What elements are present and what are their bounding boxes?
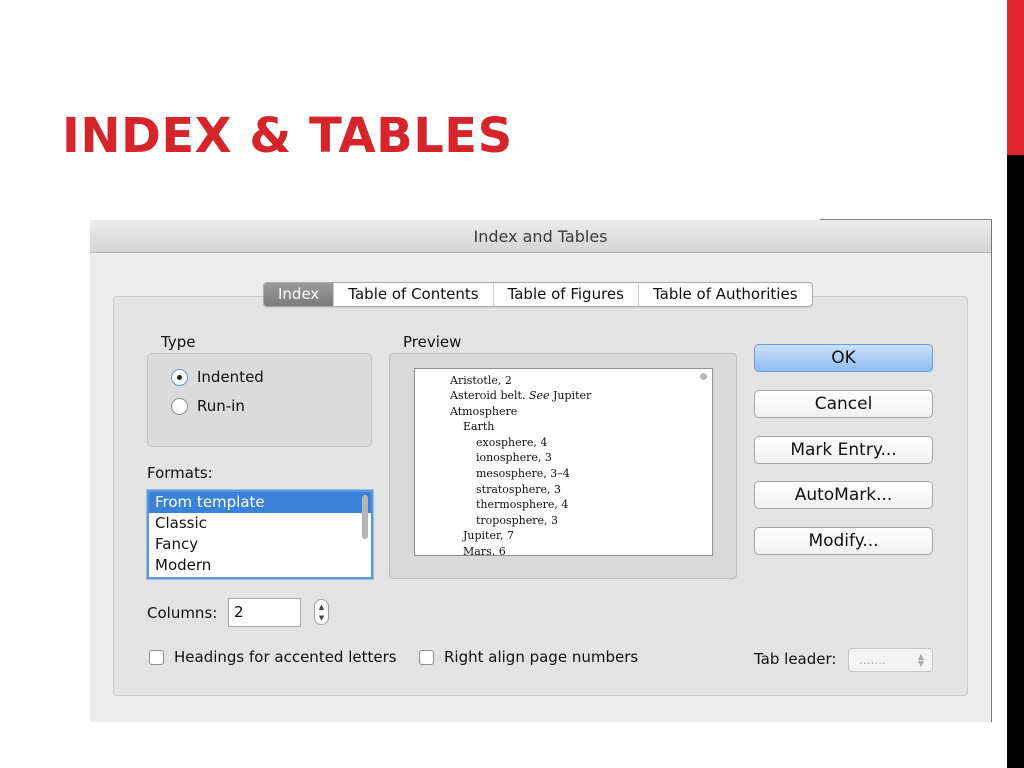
- dialog-title: Index and Tables: [90, 220, 991, 253]
- radio-run-in-label: Run-in: [197, 397, 245, 415]
- tab-table-of-figures[interactable]: Table of Figures: [492, 283, 638, 306]
- radio-run-in-button[interactable]: [171, 397, 188, 415]
- preview-line: Asteroid belt. See Jupiter: [450, 389, 592, 402]
- preview-line: Mars, 6: [463, 545, 506, 556]
- preview-line: mesosphere, 3–4: [476, 467, 570, 480]
- preview-line: Jupiter, 7: [463, 529, 515, 542]
- preview-pane: Aristotle, 2 Asteroid belt. See Jupiter …: [414, 368, 713, 556]
- tab-index[interactable]: Index: [264, 283, 334, 306]
- preview-line: Earth: [463, 420, 495, 433]
- format-item[interactable]: Classic: [149, 513, 371, 534]
- formats-scrollbar[interactable]: [362, 495, 368, 539]
- preview-line: stratosphere, 3: [476, 483, 561, 496]
- radio-indented-button[interactable]: [171, 368, 188, 386]
- radio-indented-label: Indented: [197, 368, 264, 386]
- type-label: Type: [161, 333, 196, 351]
- right-align-checkbox[interactable]: [419, 649, 434, 665]
- preview-line: thermosphere, 4: [476, 498, 569, 511]
- tab-leader-label: Tab leader:: [754, 650, 837, 668]
- tab-table-of-authorities[interactable]: Table of Authorities: [637, 283, 812, 306]
- right-align-label: Right align page numbers: [444, 648, 639, 666]
- format-item[interactable]: Modern: [149, 555, 371, 576]
- slide-accent-bar: [1007, 0, 1024, 155]
- columns-field[interactable]: 2: [228, 598, 301, 627]
- format-item[interactable]: From template: [149, 492, 371, 513]
- tab-leader-value: .......: [859, 653, 886, 667]
- formats-list[interactable]: From template Classic Fancy Modern: [147, 490, 373, 579]
- radio-indented[interactable]: Indented: [171, 368, 264, 386]
- preview-line: exosphere, 4: [476, 436, 548, 449]
- tab-bar: Index Table of Contents Table of Figures…: [263, 282, 813, 307]
- tab-table-of-contents[interactable]: Table of Contents: [333, 283, 492, 306]
- headings-accented-checkbox[interactable]: [149, 649, 164, 665]
- preview-line: troposphere, 3: [476, 514, 559, 527]
- preview-line: Atmosphere: [450, 405, 518, 418]
- tab-leader-select[interactable]: ....... ▲ ▼: [848, 648, 933, 672]
- columns-label: Columns:: [147, 604, 218, 622]
- headings-accented-option[interactable]: Headings for accented letters: [149, 648, 397, 666]
- preview-line: ionosphere, 3: [476, 451, 552, 464]
- cancel-button[interactable]: Cancel: [754, 390, 933, 418]
- mark-entry-button[interactable]: Mark Entry...: [754, 436, 933, 464]
- preview-scroll-indicator: [700, 373, 707, 380]
- slide-title: INDEX & TABLES: [62, 108, 513, 164]
- headings-accented-label: Headings for accented letters: [174, 648, 397, 666]
- format-item[interactable]: Fancy: [149, 534, 371, 555]
- preview-label: Preview: [403, 333, 462, 351]
- preview-line: Aristotle, 2: [450, 374, 512, 387]
- updown-arrows-icon: ▲ ▼: [917, 652, 924, 668]
- columns-stepper[interactable]: ▲ ▼: [314, 599, 329, 625]
- right-align-option[interactable]: Right align page numbers: [419, 648, 638, 666]
- slide-side-bar: [1007, 155, 1024, 768]
- modify-button[interactable]: Modify...: [754, 527, 933, 555]
- index-and-tables-dialog: Index and Tables Index Table of Contents…: [90, 220, 992, 722]
- formats-label: Formats:: [147, 464, 213, 482]
- radio-run-in[interactable]: Run-in: [171, 397, 245, 415]
- automark-button[interactable]: AutoMark...: [754, 481, 933, 509]
- ok-button[interactable]: OK: [754, 344, 933, 372]
